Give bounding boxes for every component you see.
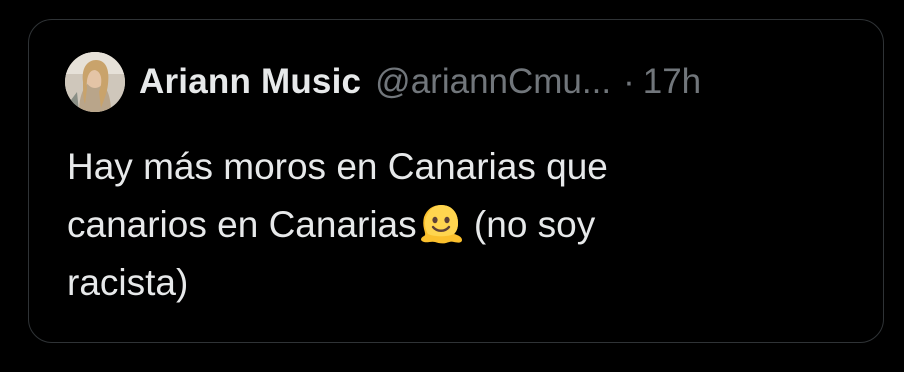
tweet-text-line-2-start: canarios en Canarias — [67, 204, 417, 245]
tweet-text-line-2-end: (no soy — [463, 204, 596, 245]
quoted-tweet-header: Ariann Music @ariannCmu... · 17h — [65, 52, 701, 112]
quoted-tweet-card[interactable]: Ariann Music @ariannCmu... · 17h Hay más… — [28, 19, 884, 343]
tweet-timestamp[interactable]: 17h — [643, 62, 701, 102]
separator-dot: · — [623, 62, 635, 101]
melting-face-emoji-icon — [418, 201, 464, 247]
avatar[interactable] — [65, 52, 125, 112]
author-display-name[interactable]: Ariann Music — [139, 62, 361, 102]
avatar-photo-icon — [65, 52, 125, 112]
tweet-text: Hay más moros en Canarias que canarios e… — [67, 138, 767, 312]
tweet-text-line-1: Hay más moros en Canarias que — [67, 146, 608, 187]
author-handle[interactable]: @ariannCmu... — [375, 62, 611, 102]
tweet-text-line-3: racista) — [67, 262, 189, 303]
